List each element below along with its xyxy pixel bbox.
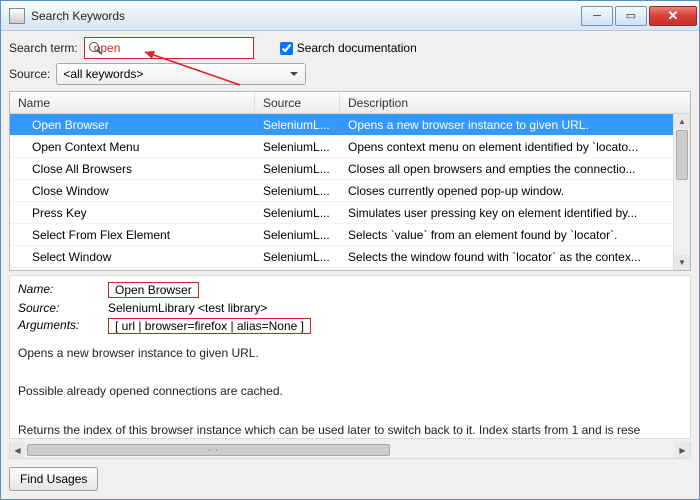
cell-name: Select From Flex Element <box>10 228 255 242</box>
cell-name: Close All Browsers <box>10 162 255 176</box>
cell-desc: Selects the window found with `locator` … <box>340 250 690 264</box>
titlebar[interactable]: Search Keywords ─ ▭ ✕ <box>1 1 699 31</box>
doc-line-3: Returns the index of this browser instan… <box>18 421 682 439</box>
cell-source: SeleniumL... <box>255 206 340 220</box>
search-keywords-window: Search Keywords ─ ▭ ✕ Search term: Searc… <box>0 0 700 500</box>
doc-line-2: Possible already opened connections are … <box>18 382 682 401</box>
minimize-button[interactable]: ─ <box>581 6 613 26</box>
cell-desc: Closes currently opened pop-up window. <box>340 184 690 198</box>
source-select[interactable]: <all keywords> <box>56 63 306 85</box>
cell-source: SeleniumL... <box>255 184 340 198</box>
search-icon <box>89 42 90 54</box>
content-area: Search term: Search documentation Source… <box>1 31 699 499</box>
search-term-label: Search term: <box>9 41 78 55</box>
doc-line-1: Opens a new browser instance to given UR… <box>18 344 682 363</box>
cell-desc: Opens context menu on element identified… <box>340 140 690 154</box>
scroll-up-icon[interactable]: ▲ <box>674 114 690 129</box>
vertical-scrollbar[interactable]: ▲ ▼ <box>673 114 690 270</box>
cell-desc: Opens a new browser instance to given UR… <box>340 118 690 132</box>
cell-source: SeleniumL... <box>255 162 340 176</box>
table-row[interactable]: Select From Flex ElementSeleniumL...Sele… <box>10 224 690 246</box>
cell-source: SeleniumL... <box>255 118 340 132</box>
scroll-down-icon[interactable]: ▼ <box>674 255 690 270</box>
cell-name: Close Window <box>10 184 255 198</box>
table-row[interactable]: Open BrowserSeleniumL...Opens a new brow… <box>10 114 690 136</box>
cell-source: SeleniumL... <box>255 228 340 242</box>
search-documentation-checkbox-input[interactable] <box>280 42 293 55</box>
scroll-right-icon[interactable]: ▶ <box>675 442 690 458</box>
detail-name-value: Open Browser <box>108 282 199 298</box>
source-select-value: <all keywords> <box>63 67 143 81</box>
cell-source: SeleniumL... <box>255 140 340 154</box>
maximize-button[interactable]: ▭ <box>615 6 647 26</box>
results-table: Name Source Description Open BrowserSele… <box>9 91 691 271</box>
table-row[interactable]: Select WindowSeleniumL...Selects the win… <box>10 246 690 268</box>
table-header: Name Source Description <box>10 92 690 114</box>
col-source[interactable]: Source <box>255 92 340 113</box>
col-name[interactable]: Name <box>10 92 255 113</box>
scroll-left-icon[interactable]: ◀ <box>10 442 25 458</box>
scroll-thumb[interactable] <box>676 130 688 180</box>
hscroll-thumb[interactable] <box>27 444 390 456</box>
cell-name: Press Key <box>10 206 255 220</box>
cell-name: Open Context Menu <box>10 140 255 154</box>
close-button[interactable]: ✕ <box>649 6 697 26</box>
source-label: Source: <box>9 67 50 81</box>
table-row[interactable]: Close WindowSeleniumL...Closes currently… <box>10 180 690 202</box>
search-documentation-label: Search documentation <box>297 41 417 55</box>
search-documentation-checkbox[interactable]: Search documentation <box>280 41 417 55</box>
detail-source-value: SeleniumLibrary <test library> <box>108 301 267 315</box>
cell-name: Open Browser <box>10 118 255 132</box>
cell-source: SeleniumL... <box>255 250 340 264</box>
details-panel: Name: Open Browser Source: SeleniumLibra… <box>9 275 691 439</box>
cell-name: Select Window <box>10 250 255 264</box>
table-body: Open BrowserSeleniumL...Opens a new brow… <box>10 114 690 270</box>
horizontal-scrollbar[interactable]: ◀ ▶ <box>9 442 691 459</box>
cell-desc: Selects `value` from an element found by… <box>340 228 690 242</box>
table-row[interactable]: Close All BrowsersSeleniumL...Closes all… <box>10 158 690 180</box>
detail-source-label: Source: <box>18 301 96 315</box>
window-title: Search Keywords <box>31 9 581 23</box>
search-input-wrap[interactable] <box>84 37 254 59</box>
detail-args-value: [ url | browser=firefox | alias=None ] <box>108 318 311 334</box>
cell-desc: Closes all open browsers and empties the… <box>340 162 690 176</box>
table-row[interactable]: Open Context MenuSeleniumL...Opens conte… <box>10 136 690 158</box>
find-usages-button[interactable]: Find Usages <box>9 467 98 491</box>
cell-desc: Simulates user pressing key on element i… <box>340 206 690 220</box>
app-icon <box>9 8 25 24</box>
detail-name-label: Name: <box>18 282 96 298</box>
detail-args-label: Arguments: <box>18 318 96 334</box>
table-row[interactable]: Press KeySeleniumL...Simulates user pres… <box>10 202 690 224</box>
search-input[interactable] <box>94 41 249 55</box>
col-description[interactable]: Description <box>340 92 690 113</box>
